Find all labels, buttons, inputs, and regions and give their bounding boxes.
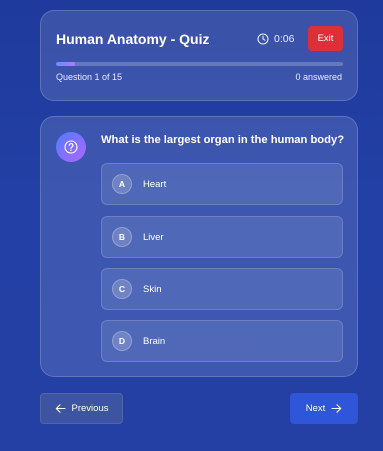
option-d[interactable]: D Brain — [101, 320, 343, 362]
question-counter: Question 1 of 15 — [56, 72, 123, 82]
exit-button[interactable]: Exit — [308, 26, 343, 51]
progress-bar — [56, 62, 343, 66]
question-text: What is the largest organ in the human b… — [101, 134, 345, 146]
progress-bar-fill — [56, 62, 76, 66]
arrow-left-icon — [55, 403, 66, 414]
option-b[interactable]: B Liver — [101, 216, 343, 258]
quiz-title: Human Anatomy - Quiz — [56, 31, 210, 47]
option-letter-badge: D — [112, 331, 132, 351]
previous-label: Previous — [71, 403, 109, 414]
option-letter-badge: B — [112, 227, 132, 247]
option-c[interactable]: C Skin — [101, 268, 343, 310]
question-card: What is the largest organ in the human b… — [40, 116, 358, 377]
option-letter-badge: A — [112, 174, 132, 194]
option-label: Brain — [143, 335, 166, 347]
previous-button[interactable]: Previous — [40, 393, 123, 424]
option-a[interactable]: A Heart — [101, 163, 343, 205]
option-label: Heart — [143, 178, 167, 190]
question-circle-icon — [56, 132, 86, 162]
timer-value: 0:06 — [274, 33, 295, 45]
option-label: Skin — [143, 283, 162, 295]
option-letter-badge: C — [112, 279, 132, 299]
next-button[interactable]: Next — [290, 393, 358, 424]
answered-counter: 0 answered — [295, 72, 342, 82]
next-label: Next — [305, 403, 326, 414]
quiz-header-card: Human Anatomy - Quiz 0:06 Exit Question … — [40, 10, 358, 101]
arrow-right-icon — [331, 403, 342, 414]
clock-icon — [257, 33, 269, 45]
quiz-timer: 0:06 — [257, 33, 294, 45]
option-label: Liver — [143, 231, 164, 243]
